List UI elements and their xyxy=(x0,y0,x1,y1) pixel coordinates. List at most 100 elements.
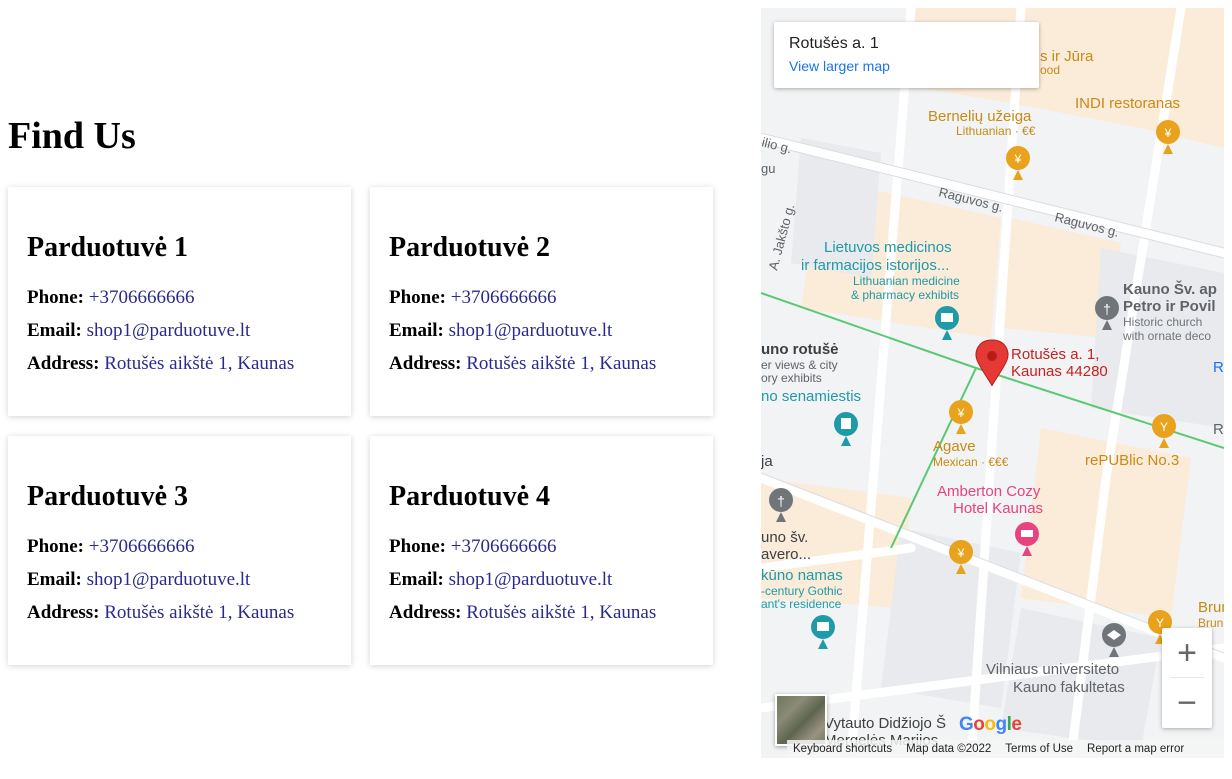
poi-label: ir farmacijos istorijos... xyxy=(801,257,949,274)
poi-label: with ornate deco xyxy=(1122,329,1211,343)
svg-text:†: † xyxy=(1103,301,1111,317)
poi-label: uno šv. xyxy=(761,529,808,546)
store-name: Parduotuvė 4 xyxy=(389,481,550,512)
svg-text:¥: ¥ xyxy=(1164,126,1172,140)
store-address: Address: Rotušės aikštė 1, Kaunas xyxy=(27,347,332,380)
poi-label: ory exhibits xyxy=(761,371,822,385)
address-value: Rotušės aikštė 1, Kaunas xyxy=(104,602,295,623)
store-email: Email: shop1@parduotuve.lt xyxy=(27,563,332,596)
poi-label: Bernelių užeiga xyxy=(928,108,1032,125)
poi-label: Brun xyxy=(1198,599,1224,616)
email-label: Email: xyxy=(27,320,82,341)
address-label: Address: xyxy=(27,353,100,374)
address-label: Address: xyxy=(389,353,462,374)
phone-value: +3706666666 xyxy=(88,536,195,557)
poi-label: Kauno Šv. ap xyxy=(1123,280,1217,298)
poi-label: ja xyxy=(761,453,773,470)
email-label: Email: xyxy=(389,569,444,590)
map-canvas[interactable]: ¥ ¥ ¥ Y ¥ Y † † s ir Jūra ood Bernelių u… xyxy=(761,8,1224,758)
phone-label: Phone: xyxy=(389,287,446,308)
logo-letter: g xyxy=(995,714,1008,735)
poi-label: avero... xyxy=(761,546,811,563)
store-card: Parduotuvė 2 Phone: +3706666666 Email: s… xyxy=(370,187,713,416)
phone-label: Phone: xyxy=(27,287,84,308)
poi-label: rePUBlic No.3 xyxy=(1085,452,1179,469)
poi-label: Vytauto Didžiojo Š xyxy=(824,715,946,732)
address-label: Address: xyxy=(27,602,100,623)
poi-label: Hotel Kaunas xyxy=(953,500,1043,517)
zoom-control: + − xyxy=(1162,628,1212,728)
store-phone: Phone: +3706666666 xyxy=(389,281,694,314)
email-value: shop1@parduotuve.lt xyxy=(448,320,613,341)
email-value: shop1@parduotuve.lt xyxy=(86,569,251,590)
poi-label: uno rotušė xyxy=(761,341,839,358)
email-value: shop1@parduotuve.lt xyxy=(448,569,613,590)
phone-label: Phone: xyxy=(27,536,84,557)
phone-label: Phone: xyxy=(389,536,446,557)
store-address: Address: Rotušės aikštė 1, Kaunas xyxy=(389,596,694,629)
poi-label: Amberton Cozy xyxy=(937,483,1041,500)
logo-letter: e xyxy=(1011,714,1022,735)
poi-label: Vilniaus universiteto xyxy=(986,661,1119,678)
place-title: Rotušės a. 1 xyxy=(789,35,879,52)
poi-label: Mexican · €€€ xyxy=(933,455,1009,469)
store-address: Address: Rotušės aikštė 1, Kaunas xyxy=(27,596,332,629)
store-email: Email: shop1@parduotuve.lt xyxy=(389,563,694,596)
address-label: Address: xyxy=(389,602,462,623)
email-label: Email: xyxy=(27,569,82,590)
poi-label: Historic church xyxy=(1123,315,1202,329)
email-value: shop1@parduotuve.lt xyxy=(86,320,251,341)
store-grid: Parduotuvė 1 Phone: +3706666666 Email: s… xyxy=(8,187,713,667)
map-data-label: Map data ©2022 xyxy=(906,743,992,755)
zoom-out-button[interactable]: − xyxy=(1162,678,1212,727)
address-value: Rotušės aikštė 1, Kaunas xyxy=(104,353,295,374)
svg-text:†: † xyxy=(777,493,785,509)
keyboard-shortcuts-link[interactable]: Keyboard shortcuts xyxy=(793,743,892,755)
logo-letter: o xyxy=(984,714,996,735)
poi-label: -century Gothic xyxy=(761,584,842,598)
store-phone: Phone: +3706666666 xyxy=(27,281,332,314)
view-larger-map-link[interactable]: View larger map xyxy=(789,56,1024,76)
svg-text:¥: ¥ xyxy=(1014,152,1022,166)
poi-label: Lithuanian · €€ xyxy=(956,124,1036,138)
report-map-error-link[interactable]: Report a map error xyxy=(1087,743,1184,755)
store-address: Address: Rotušės aikštė 1, Kaunas xyxy=(389,347,694,380)
store-email: Email: shop1@parduotuve.lt xyxy=(27,314,332,347)
store-card: Parduotuvė 3 Phone: +3706666666 Email: s… xyxy=(8,436,351,665)
store-card: Parduotuvė 1 Phone: +3706666666 Email: s… xyxy=(8,187,351,416)
email-label: Email: xyxy=(389,320,444,341)
satellite-toggle-button[interactable] xyxy=(775,694,827,746)
poi-label: ant's residence xyxy=(761,597,842,611)
svg-text:¥: ¥ xyxy=(957,406,965,420)
poi-label: Agave xyxy=(933,438,976,455)
phone-value: +3706666666 xyxy=(450,287,557,308)
page-title: Find Us xyxy=(8,115,136,157)
poi-label: kūno namas xyxy=(761,567,843,584)
store-phone: Phone: +3706666666 xyxy=(389,530,694,563)
store-name: Parduotuvė 3 xyxy=(27,481,188,512)
poi-label: Lithuanian medicine xyxy=(853,274,960,288)
store-card: Parduotuvė 4 Phone: +3706666666 Email: s… xyxy=(370,436,713,665)
phone-value: +3706666666 xyxy=(450,536,557,557)
poi-label: & pharmacy exhibits xyxy=(851,288,959,302)
poi-label: Kauno fakultetas xyxy=(1013,679,1125,696)
logo-letter: o xyxy=(973,714,985,735)
poi-label: R xyxy=(1213,359,1224,376)
place-info-card: Rotušės a. 1 View larger map xyxy=(774,22,1039,88)
terms-of-use-link[interactable]: Terms of Use xyxy=(1005,743,1073,755)
store-name: Parduotuvė 2 xyxy=(389,232,550,263)
street-label: gu xyxy=(761,161,775,176)
store-phone: Phone: +3706666666 xyxy=(27,530,332,563)
store-email: Email: shop1@parduotuve.lt xyxy=(389,314,694,347)
marker-label: Rotušės a. 1, xyxy=(1011,346,1099,363)
poi-label: R xyxy=(1213,421,1224,438)
poi-label: Petro ir Povil xyxy=(1123,298,1216,315)
zoom-in-button[interactable]: + xyxy=(1162,628,1212,677)
poi-label: Lietuvos medicinos xyxy=(824,239,952,256)
embedded-map[interactable]: ¥ ¥ ¥ Y ¥ Y † † s ir Jūra ood Bernelių u… xyxy=(761,8,1224,758)
store-name: Parduotuvė 1 xyxy=(27,232,188,263)
phone-value: +3706666666 xyxy=(88,287,195,308)
poi-label: er views & city xyxy=(761,358,838,372)
svg-text:Y: Y xyxy=(1160,420,1168,434)
marker-label: Kaunas 44280 xyxy=(1011,363,1108,380)
